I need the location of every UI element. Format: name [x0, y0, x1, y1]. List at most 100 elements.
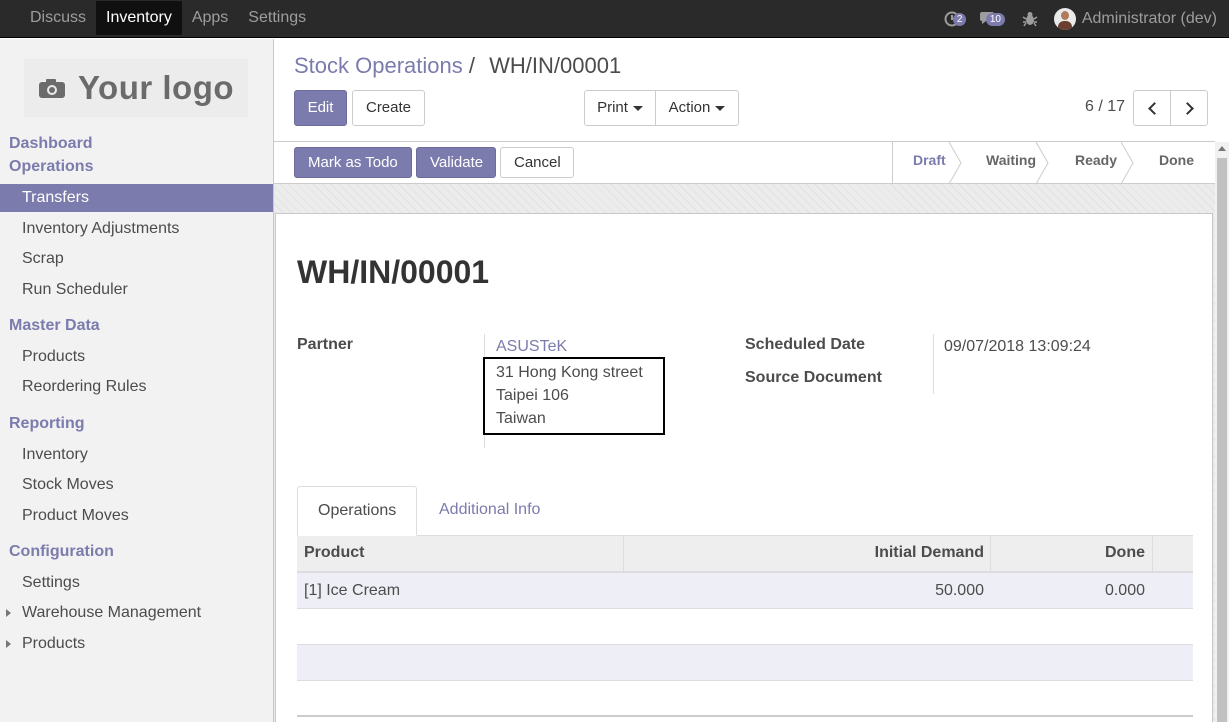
sidebar-item-product-moves[interactable]: Product Moves [0, 502, 273, 530]
column-initial-demand[interactable]: Initial Demand [875, 536, 984, 571]
scrollbar-thumb[interactable] [1217, 158, 1227, 722]
column-divider [1152, 536, 1153, 571]
breadcrumb-stock-operations[interactable]: Stock Operations [294, 53, 463, 78]
messaging-menu[interactable]: 10 [979, 9, 1009, 29]
sidebar-item-inventory-adjustments[interactable]: Inventory Adjustments [0, 215, 273, 243]
main-content: Stock Operations / WH/IN/00001 Edit Crea… [274, 39, 1229, 722]
scheduled-date-label: Scheduled Date [745, 336, 866, 353]
column-product[interactable]: Product [304, 536, 364, 571]
sidebar-item-label: Products [22, 635, 86, 652]
top-navbar: Discuss Inventory Apps Settings 2 10 Adm… [0, 0, 1229, 38]
action-dropdown[interactable]: Action [655, 90, 739, 126]
caret-down-icon [632, 105, 643, 111]
tab-operations[interactable]: Operations [297, 486, 417, 536]
address-line: Taipei 106 [496, 387, 569, 404]
chevron-left-icon [1147, 101, 1161, 115]
company-logo[interactable]: Your logo [24, 59, 248, 117]
action-label: Action [668, 99, 711, 116]
stage-done[interactable]: Done [1133, 142, 1215, 184]
sidebar-item-label: Warehouse Management [22, 604, 202, 621]
cell-initial-demand: 50.000 [935, 582, 984, 599]
mark-as-todo-button[interactable]: Mark as Todo [294, 147, 412, 178]
logo-text: Your logo [77, 69, 235, 106]
pager-value[interactable]: 6 / 17 [1085, 98, 1125, 116]
cell-product: [1] Ice Cream [304, 582, 401, 599]
table-row-empty [297, 645, 1193, 681]
table-row-empty [297, 681, 1193, 717]
operations-table: Product Initial Demand Done [1] Ice Crea… [297, 536, 1193, 717]
sidebar-item-transfers[interactable]: Transfers [0, 184, 273, 212]
activity-menu[interactable]: 2 [944, 9, 967, 29]
caret-down-icon [715, 105, 726, 111]
sidebar-item-products[interactable]: Products [0, 343, 273, 371]
sidebar-section-master-data[interactable]: Master Data [9, 317, 100, 335]
user-name: Administrator (dev) [1081, 10, 1217, 27]
sidebar-section-configuration[interactable]: Configuration [9, 543, 114, 561]
breadcrumb-separator: / [468, 53, 475, 78]
sidebar-item-run-scheduler[interactable]: Run Scheduler [0, 276, 273, 304]
systray: 2 10 Administrator (dev) [931, 0, 1217, 38]
debug-bug-icon [1022, 12, 1038, 27]
stage-ready[interactable]: Ready [1048, 142, 1134, 184]
address-line: 31 Hong Kong street [496, 364, 643, 381]
address-line: Taiwan [496, 410, 546, 427]
sidebar-item-scrap[interactable]: Scrap [0, 245, 273, 273]
sidebar-section-operations[interactable]: Operations [9, 158, 93, 176]
stage-label: Done [1159, 152, 1194, 168]
stage-draft[interactable]: Draft [893, 142, 962, 184]
menu-settings[interactable]: Settings [238, 1, 316, 35]
camera-icon [38, 79, 65, 98]
breadcrumb: Stock Operations / WH/IN/00001 [294, 53, 621, 79]
stage-waiting[interactable]: Waiting [961, 142, 1049, 184]
messages-count-badge: 10 [985, 13, 1005, 26]
scroll-up-arrow-icon[interactable] [1218, 146, 1226, 151]
sidebar-item-products-config[interactable]: Products [0, 630, 273, 658]
breadcrumb-current: WH/IN/00001 [489, 53, 622, 78]
user-menu[interactable]: Administrator (dev) [1053, 8, 1217, 30]
create-button[interactable]: Create [352, 90, 425, 126]
sidebar-item-dashboard[interactable]: Dashboard [9, 135, 93, 153]
form-sheet: WH/IN/00001 Partner ASUSTeK 31 Hong Kong… [275, 213, 1213, 722]
scrollbar[interactable] [1215, 142, 1229, 722]
menu-inventory[interactable]: Inventory [96, 1, 182, 35]
tab-additional-info[interactable]: Additional Info [419, 486, 560, 536]
cell-done: 0.000 [1104, 582, 1145, 599]
menu-discuss[interactable]: Discuss [20, 1, 96, 35]
caret-right-icon [6, 609, 11, 617]
chevron-right-icon [1180, 101, 1194, 115]
sidebar-item-inventory[interactable]: Inventory [0, 441, 273, 469]
pager-previous-button[interactable] [1133, 90, 1171, 126]
date-field-divider [933, 334, 934, 394]
sidebar-item-reordering-rules[interactable]: Reordering Rules [0, 373, 273, 401]
debug-menu[interactable] [1022, 9, 1038, 29]
page-title: WH/IN/00001 [297, 254, 490, 290]
pager-next-button[interactable] [1170, 90, 1208, 126]
column-divider [990, 536, 991, 571]
validate-button[interactable]: Validate [416, 147, 496, 178]
status-stages: Draft Waiting Ready Done [892, 142, 1215, 184]
edit-button[interactable]: Edit [294, 90, 347, 126]
sidebar-item-settings[interactable]: Settings [0, 569, 273, 597]
sidebar-item-stock-moves[interactable]: Stock Moves [0, 471, 273, 499]
sidebar: Your logo Dashboard Operations Transfers… [0, 39, 274, 722]
cancel-button[interactable]: Cancel [500, 147, 574, 178]
partner-address: 31 Hong Kong street Taipei 106 Taiwan [483, 357, 665, 435]
menu-apps[interactable]: Apps [182, 1, 238, 35]
print-dropdown[interactable]: Print [584, 90, 656, 126]
main-menu: Discuss Inventory Apps Settings [20, 0, 316, 38]
source-document-label: Source Document [745, 369, 882, 386]
avatar [1053, 8, 1076, 30]
caret-right-icon [6, 640, 11, 648]
sidebar-item-warehouse-management[interactable]: Warehouse Management [0, 599, 273, 627]
table-row[interactable]: [1] Ice Cream 50.000 0.000 [297, 573, 1193, 609]
sidebar-section-reporting[interactable]: Reporting [9, 415, 85, 433]
table-header: Product Initial Demand Done [297, 536, 1193, 573]
activity-count-badge: 2 [952, 13, 967, 26]
form-statusbar: Mark as Todo Validate Cancel Draft Waiti… [274, 141, 1215, 184]
partner-link[interactable]: ASUSTeK [496, 338, 567, 356]
print-label: Print [597, 99, 628, 116]
table-row-empty [297, 609, 1193, 645]
notebook-tabs: Operations Additional Info [297, 486, 1193, 536]
column-done[interactable]: Done [1105, 536, 1145, 571]
scheduled-date-value: 09/07/2018 13:09:24 [944, 338, 1091, 355]
